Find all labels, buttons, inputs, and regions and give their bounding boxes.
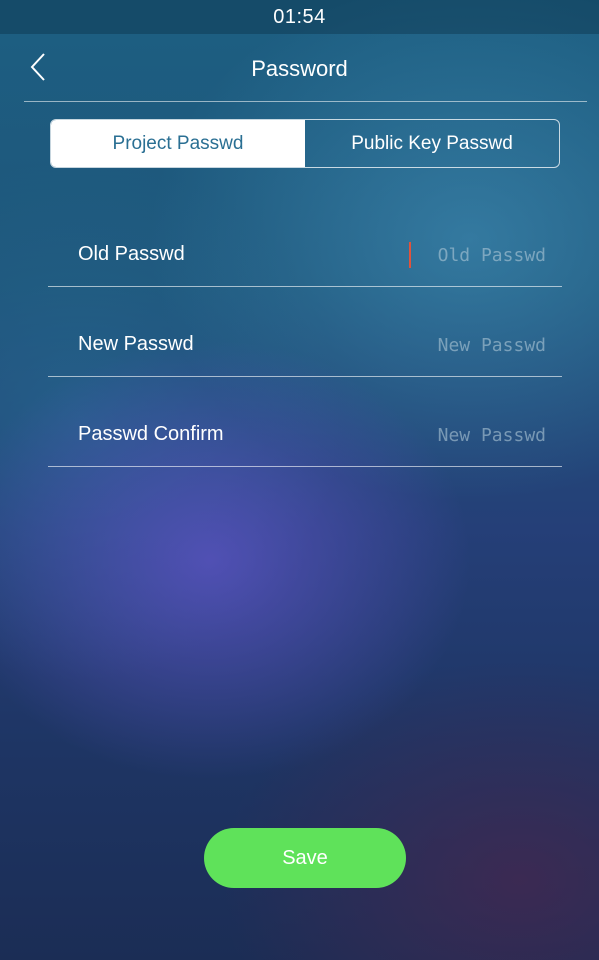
old-passwd-label: Old Passwd [78,243,185,265]
passwd-confirm-row: Passwd Confirm [48,407,562,467]
header: Password [0,34,599,102]
header-divider [24,101,587,102]
old-passwd-row: Old Passwd [48,227,562,287]
status-time: 01:54 [273,5,326,28]
new-passwd-label: New Passwd [78,333,194,355]
old-passwd-underline [48,286,562,287]
passwd-confirm-label: Passwd Confirm [78,423,224,445]
new-passwd-input[interactable] [396,329,546,361]
page-title: Password [251,56,348,81]
passwd-confirm-input[interactable] [396,419,546,451]
save-button[interactable]: Save [204,828,406,888]
new-passwd-underline [48,376,562,377]
password-screen: 01:54 Password Project Passwd Public Key… [0,0,599,960]
status-bar: 01:54 [0,0,599,34]
old-passwd-input[interactable] [396,239,546,271]
passwd-confirm-underline [48,466,562,467]
tab-public-key-passwd[interactable]: Public Key Passwd [305,120,559,167]
password-type-segment: Project Passwd Public Key Passwd [50,119,560,168]
new-passwd-row: New Passwd [48,317,562,377]
tab-project-passwd[interactable]: Project Passwd [51,120,305,167]
